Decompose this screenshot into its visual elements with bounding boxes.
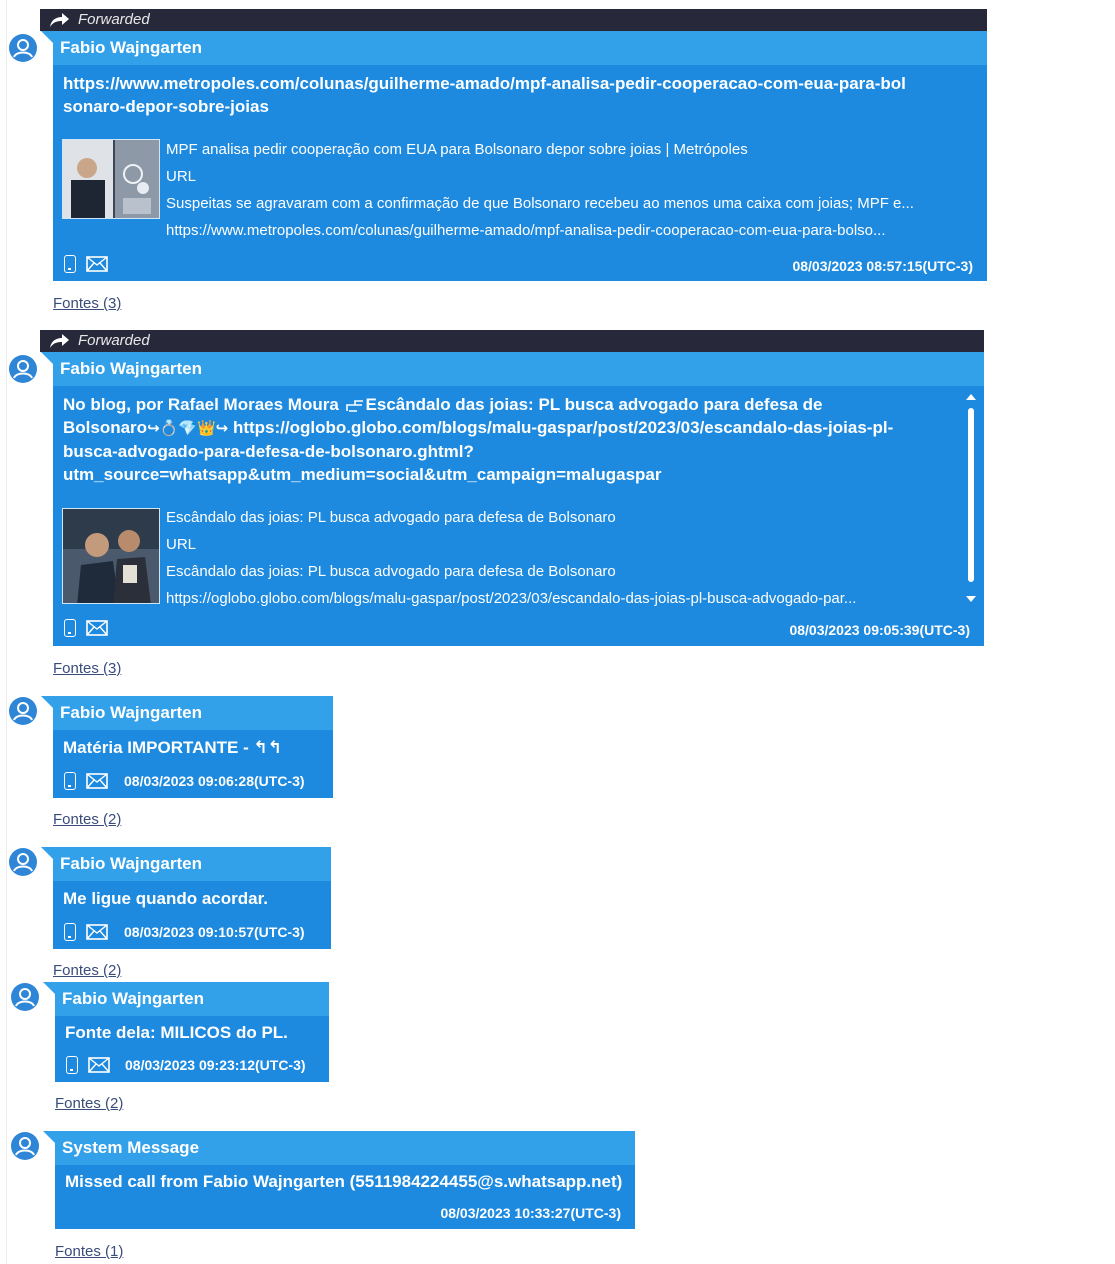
link-preview-thumbnail[interactable] bbox=[62, 139, 160, 219]
mail-icon bbox=[88, 1057, 110, 1073]
contact-avatar bbox=[9, 848, 37, 876]
message-bubble[interactable]: Fabio Wajngarten No blog, por Rafael Mor… bbox=[41, 352, 984, 646]
contact-avatar bbox=[9, 355, 37, 383]
link-preview-title: MPF analisa pedir cooperação com EUA par… bbox=[166, 141, 748, 158]
link-preview-type: URL bbox=[166, 536, 197, 553]
system-message-bubble[interactable]: System Message Missed call from Fabio Wa… bbox=[43, 1131, 635, 1229]
message-link[interactable]: https://oglobo.globo.com/blogs/malu-gasp… bbox=[233, 418, 893, 437]
link-preview-text[interactable]: Escândalo das joias: PL busca advogado p… bbox=[166, 504, 951, 612]
message-footer-icons bbox=[64, 252, 108, 276]
bubble-notch bbox=[41, 847, 53, 859]
sources-link[interactable]: Fontes (3) bbox=[53, 660, 121, 677]
mail-icon bbox=[86, 773, 108, 789]
phone-icon bbox=[64, 255, 76, 273]
message-timestamp: 08/03/2023 08:57:15(UTC-3) bbox=[792, 258, 973, 274]
sources-link[interactable]: Fontes (2) bbox=[53, 811, 121, 828]
message-sender: Fabio Wajngarten bbox=[55, 982, 329, 1016]
message-text-part: Escândalo das joias: PL busca advogado p… bbox=[365, 395, 823, 414]
forwarded-bar: Forwarded bbox=[40, 9, 987, 31]
message-sender: Fabio Wajngarten bbox=[53, 31, 987, 65]
emoji-sequence: ↰↰ bbox=[253, 738, 282, 757]
message-bubble[interactable]: Fabio Wajngarten Fonte dela: MILICOS do … bbox=[43, 982, 329, 1082]
message-timestamp: 08/03/2023 09:06:28(UTC-3) bbox=[124, 773, 305, 789]
phone-icon bbox=[64, 619, 76, 637]
link-preview-title: Escândalo das joias: PL busca advogado p… bbox=[166, 509, 616, 526]
message-footer-icons bbox=[64, 769, 108, 793]
link-preview-url: https://www.metropoles.com/colunas/guilh… bbox=[166, 222, 886, 239]
message-text[interactable]: Matéria IMPORTANTE - ↰↰ bbox=[63, 736, 282, 759]
message-footer-icons bbox=[64, 616, 108, 640]
message-link[interactable]: https://www.metropoles.com/colunas/guilh… bbox=[63, 72, 913, 118]
phone-icon bbox=[64, 923, 76, 941]
message-text[interactable]: Missed call from Fabio Wajngarten (55119… bbox=[65, 1170, 622, 1193]
mail-icon bbox=[86, 256, 108, 272]
forwarded-label: Forwarded bbox=[78, 332, 150, 349]
system-avatar bbox=[11, 1132, 39, 1160]
hand-pointing-icon bbox=[345, 400, 363, 412]
message-timestamp: 08/03/2023 09:10:57(UTC-3) bbox=[124, 924, 305, 940]
bubble-notch bbox=[41, 31, 53, 43]
contact-avatar bbox=[9, 697, 37, 725]
message-bubble[interactable]: Fabio Wajngarten https://www.metropoles.… bbox=[41, 31, 987, 281]
sources-link[interactable]: Fontes (3) bbox=[53, 295, 121, 312]
forwarded-label: Forwarded bbox=[78, 11, 150, 28]
phone-icon bbox=[66, 1056, 78, 1074]
message-footer-icons bbox=[64, 920, 108, 944]
bubble-notch bbox=[41, 696, 53, 708]
message-text-part: Bolsonaro bbox=[63, 418, 148, 437]
message-text-part: utm_source=whatsapp&utm_medium=social&ut… bbox=[63, 465, 662, 484]
link-preview-text[interactable]: MPF analisa pedir cooperação com EUA par… bbox=[166, 136, 978, 244]
bubble-notch bbox=[43, 982, 55, 994]
message-bubble[interactable]: Fabio Wajngarten Matéria IMPORTANTE - ↰↰… bbox=[41, 696, 333, 798]
mail-icon bbox=[86, 620, 108, 636]
bubble-notch bbox=[41, 352, 53, 364]
scroll-up-arrow[interactable] bbox=[966, 394, 976, 400]
forward-arrow-icon bbox=[48, 333, 70, 349]
link-preview-description: Suspeitas se agravaram com a confirmação… bbox=[166, 195, 914, 212]
phone-icon bbox=[64, 772, 76, 790]
message-text[interactable]: No blog, por Rafael Moraes Moura Escânda… bbox=[63, 393, 958, 486]
sources-link[interactable]: Fontes (2) bbox=[53, 962, 121, 979]
contact-avatar bbox=[9, 34, 37, 62]
message-text-part: busca-advogado-para-defesa-de-bolsonaro.… bbox=[63, 442, 474, 461]
message-sender: Fabio Wajngarten bbox=[53, 847, 331, 881]
link-preview-url: https://oglobo.globo.com/blogs/malu-gasp… bbox=[166, 590, 857, 607]
link-preview-description: Escândalo das joias: PL busca advogado p… bbox=[166, 563, 616, 580]
contact-avatar bbox=[11, 983, 39, 1011]
message-timestamp: 08/03/2023 09:05:39(UTC-3) bbox=[789, 622, 970, 638]
link-preview-thumbnail[interactable] bbox=[62, 508, 160, 604]
message-sender: System Message bbox=[55, 1131, 635, 1165]
message-text-part: No blog, por Rafael Moraes Moura bbox=[63, 395, 339, 414]
message-text[interactable]: Me ligue quando acordar. bbox=[63, 887, 268, 910]
message-text[interactable]: Fonte dela: MILICOS do PL. bbox=[65, 1021, 288, 1044]
message-timestamp: 08/03/2023 09:23:12(UTC-3) bbox=[125, 1057, 306, 1073]
message-footer-icons bbox=[66, 1053, 110, 1077]
bubble-notch bbox=[43, 1131, 55, 1143]
mail-icon bbox=[86, 924, 108, 940]
message-sender: Fabio Wajngarten bbox=[53, 696, 333, 730]
page-left-border bbox=[6, 0, 7, 1264]
message-text-part: Matéria IMPORTANTE - bbox=[63, 738, 254, 757]
sources-link[interactable]: Fontes (2) bbox=[55, 1095, 123, 1112]
message-bubble[interactable]: Fabio Wajngarten Me ligue quando acordar… bbox=[41, 847, 331, 949]
emoji-sequence: ↪💍💎👑↪ bbox=[147, 420, 229, 437]
scroll-down-arrow[interactable] bbox=[966, 596, 976, 602]
forwarded-bar: Forwarded bbox=[40, 330, 984, 352]
link-preview-type: URL bbox=[166, 168, 197, 185]
message-timestamp: 08/03/2023 10:33:27(UTC-3) bbox=[440, 1205, 621, 1221]
scrollbar-thumb[interactable] bbox=[968, 408, 974, 582]
forward-arrow-icon bbox=[48, 12, 70, 28]
sources-link[interactable]: Fontes (1) bbox=[55, 1243, 123, 1260]
message-sender: Fabio Wajngarten bbox=[53, 352, 984, 386]
